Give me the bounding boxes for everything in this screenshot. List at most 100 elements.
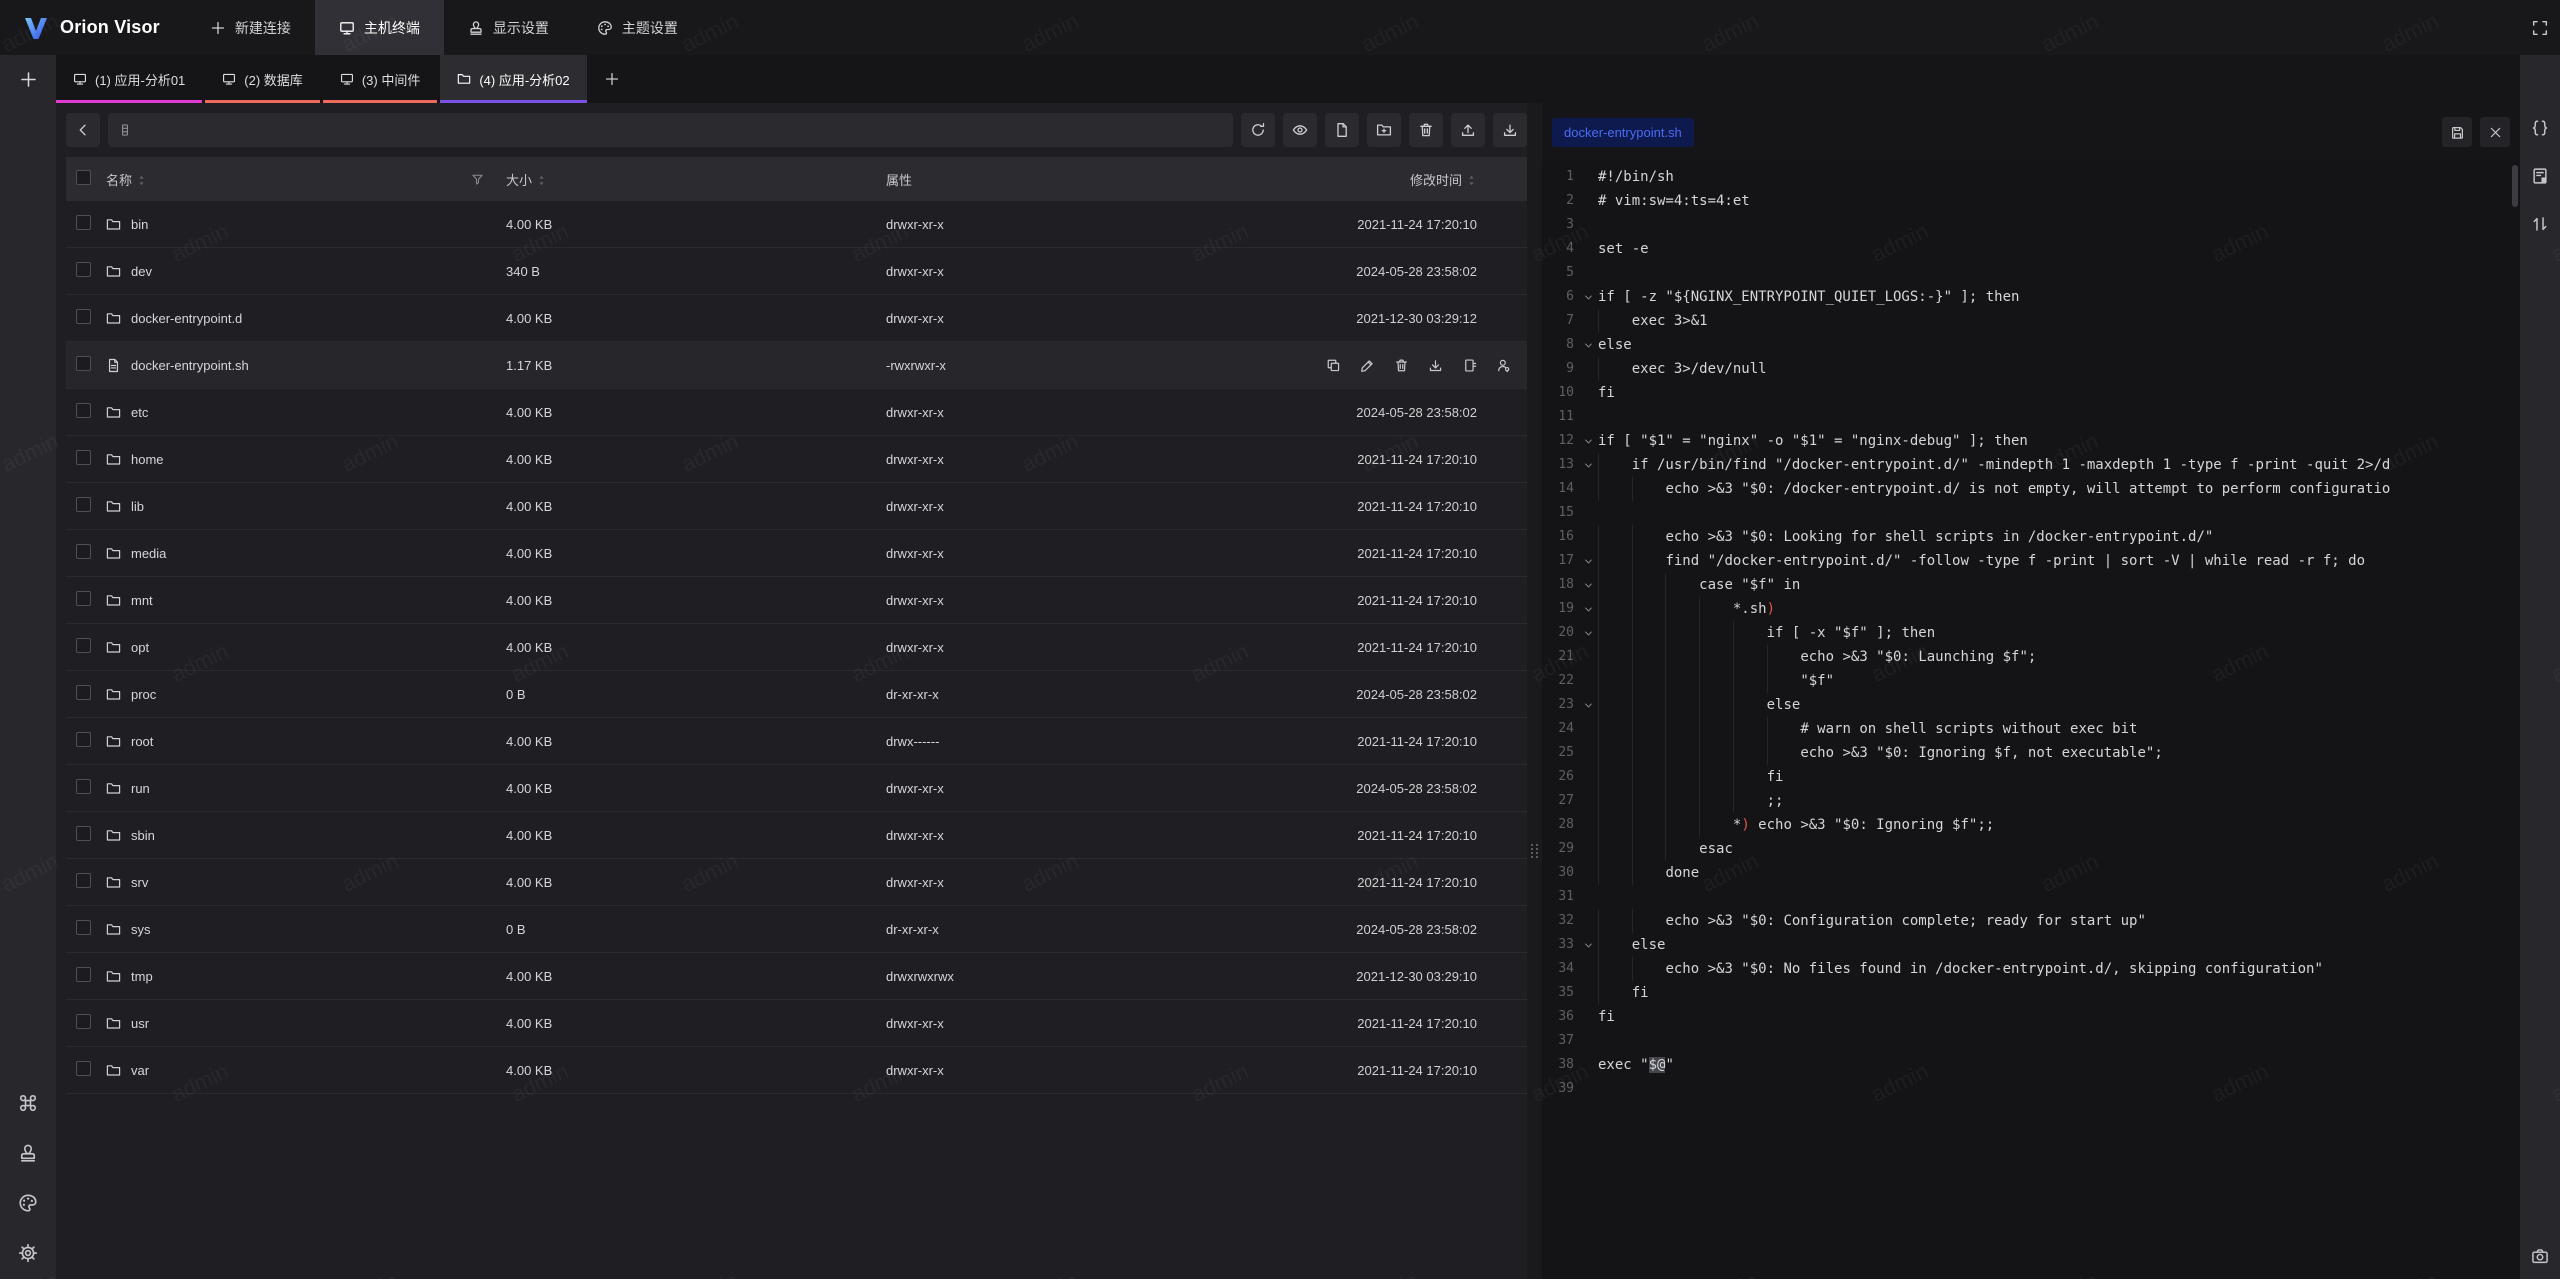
refresh-button[interactable] bbox=[1241, 113, 1275, 147]
file-row-dev[interactable]: dev340 Bdrwxr-xr-x2024-05-28 23:58:02 bbox=[66, 248, 1527, 295]
nav-item-new-connection[interactable]: 新建连接 bbox=[186, 0, 315, 55]
row-checkbox[interactable] bbox=[76, 967, 91, 982]
terminal-tab-4[interactable]: (4) 应用-分析02 bbox=[440, 55, 586, 103]
file-row-root[interactable]: root4.00 KBdrwx------2021-11-24 17:20:10 bbox=[66, 718, 1527, 765]
command-icon[interactable] bbox=[18, 1093, 38, 1113]
column-name[interactable]: 名称 bbox=[106, 170, 506, 189]
fold-chevron-icon[interactable] bbox=[1578, 285, 1598, 309]
row-checkbox[interactable] bbox=[76, 309, 91, 324]
gear-icon[interactable] bbox=[18, 1243, 38, 1263]
close-editor-button[interactable] bbox=[2480, 117, 2510, 147]
nav-item-theme-settings[interactable]: 主题设置 bbox=[573, 0, 702, 55]
open-file-tab[interactable]: docker-entrypoint.sh bbox=[1552, 118, 1694, 147]
file-row-mnt[interactable]: mnt4.00 KBdrwxr-xr-x2021-11-24 17:20:10 bbox=[66, 577, 1527, 624]
file-row-media[interactable]: media4.00 KBdrwxr-xr-x2021-11-24 17:20:1… bbox=[66, 530, 1527, 577]
doc-bookmark-icon[interactable] bbox=[2531, 167, 2549, 185]
file-row-srv[interactable]: srv4.00 KBdrwxr-xr-x2021-11-24 17:20:10 bbox=[66, 859, 1527, 906]
file-row-bin[interactable]: bin4.00 KBdrwxr-xr-x2021-11-24 17:20:10 bbox=[66, 201, 1527, 248]
path-input[interactable] bbox=[140, 123, 1223, 138]
nav-item-host-terminal[interactable]: 主机终端 bbox=[315, 0, 444, 55]
file-row-opt[interactable]: opt4.00 KBdrwxr-xr-x2021-11-24 17:20:10 bbox=[66, 624, 1527, 671]
braces-icon[interactable] bbox=[2531, 119, 2549, 137]
select-all-checkbox[interactable] bbox=[76, 170, 91, 185]
download-icon[interactable] bbox=[1428, 358, 1443, 373]
delete-button[interactable] bbox=[1409, 113, 1443, 147]
brand[interactable]: Orion Visor bbox=[0, 0, 186, 55]
path-list-icon[interactable] bbox=[118, 123, 132, 137]
fold-chevron-icon[interactable] bbox=[1578, 333, 1598, 357]
file-row-sys[interactable]: sys0 Bdr-xr-xr-x2024-05-28 23:58:02 bbox=[66, 906, 1527, 953]
row-checkbox[interactable] bbox=[76, 1061, 91, 1076]
sort-icon[interactable] bbox=[1466, 174, 1477, 185]
row-checkbox[interactable] bbox=[76, 544, 91, 559]
camera-icon[interactable] bbox=[2531, 1247, 2549, 1265]
file-row-etc[interactable]: etc4.00 KBdrwxr-xr-x2024-05-28 23:58:02 bbox=[66, 389, 1527, 436]
file-row-var[interactable]: var4.00 KBdrwxr-xr-x2021-11-24 17:20:10 bbox=[66, 1047, 1527, 1094]
row-checkbox[interactable] bbox=[76, 215, 91, 230]
row-checkbox[interactable] bbox=[76, 1014, 91, 1029]
row-checkbox[interactable] bbox=[76, 732, 91, 747]
row-checkbox[interactable] bbox=[76, 262, 91, 277]
add-tab-button[interactable] bbox=[590, 55, 634, 103]
delete-icon[interactable] bbox=[1394, 358, 1409, 373]
move-icon[interactable] bbox=[1462, 358, 1477, 373]
row-checkbox[interactable] bbox=[76, 450, 91, 465]
fold-chevron-icon[interactable] bbox=[1578, 693, 1598, 717]
sidebar-new-button[interactable] bbox=[0, 55, 56, 103]
fullscreen-icon[interactable] bbox=[2531, 19, 2549, 37]
copy-icon[interactable] bbox=[1326, 358, 1341, 373]
row-checkbox[interactable] bbox=[76, 873, 91, 888]
fold-chevron-icon[interactable] bbox=[1578, 429, 1598, 453]
row-checkbox[interactable] bbox=[76, 685, 91, 700]
row-checkbox[interactable] bbox=[76, 826, 91, 841]
save-button[interactable] bbox=[2442, 117, 2472, 147]
terminal-tab-1[interactable]: (1) 应用-分析01 bbox=[56, 55, 202, 103]
fold-chevron-icon[interactable] bbox=[1578, 549, 1598, 573]
row-checkbox[interactable] bbox=[76, 920, 91, 935]
nav-item-display-settings[interactable]: 显示设置 bbox=[444, 0, 573, 55]
sort-icon[interactable] bbox=[536, 174, 547, 185]
file-row-docker-entrypoint.d[interactable]: docker-entrypoint.d4.00 KBdrwxr-xr-x2021… bbox=[66, 295, 1527, 342]
divider-handle-icon[interactable] bbox=[1531, 844, 1539, 858]
file-row-usr[interactable]: usr4.00 KBdrwxr-xr-x2021-11-24 17:20:10 bbox=[66, 1000, 1527, 1047]
fold-chevron-icon[interactable] bbox=[1578, 933, 1598, 957]
upload-button[interactable] bbox=[1451, 113, 1485, 147]
file-row-docker-entrypoint.sh[interactable]: docker-entrypoint.sh1.17 KB-rwxrwxr-x bbox=[66, 342, 1527, 389]
file-row-tmp[interactable]: tmp4.00 KBdrwxrwxrwx2021-12-30 03:29:10 bbox=[66, 953, 1527, 1000]
column-mtime[interactable]: 修改时间 bbox=[1306, 170, 1527, 189]
new-file-button[interactable] bbox=[1325, 113, 1359, 147]
stamp-icon[interactable] bbox=[18, 1143, 38, 1163]
file-row-proc[interactable]: proc0 Bdr-xr-xr-x2024-05-28 23:58:02 bbox=[66, 671, 1527, 718]
row-checkbox[interactable] bbox=[76, 356, 91, 371]
file-row-home[interactable]: home4.00 KBdrwxr-xr-x2021-11-24 17:20:10 bbox=[66, 436, 1527, 483]
eye-button[interactable] bbox=[1283, 113, 1317, 147]
download-button[interactable] bbox=[1493, 113, 1527, 147]
terminal-tab-2[interactable]: (2) 数据库 bbox=[205, 55, 320, 103]
row-checkbox[interactable] bbox=[76, 403, 91, 418]
editor-scrollbar[interactable] bbox=[2512, 165, 2518, 207]
file-attr: drwxr-xr-x bbox=[886, 593, 1306, 608]
edit-icon[interactable] bbox=[1360, 358, 1375, 373]
panel-divider[interactable] bbox=[1527, 103, 1542, 1279]
fold-chevron-icon[interactable] bbox=[1578, 453, 1598, 477]
sort-icon[interactable] bbox=[136, 174, 147, 185]
file-row-sbin[interactable]: sbin4.00 KBdrwxr-xr-x2021-11-24 17:20:10 bbox=[66, 812, 1527, 859]
permission-icon[interactable] bbox=[1496, 358, 1511, 373]
file-row-lib[interactable]: lib4.00 KBdrwxr-xr-x2021-11-24 17:20:10 bbox=[66, 483, 1527, 530]
back-button[interactable] bbox=[66, 113, 100, 147]
terminal-tab-3[interactable]: (3) 中间件 bbox=[323, 55, 438, 103]
row-checkbox[interactable] bbox=[76, 591, 91, 606]
row-checkbox[interactable] bbox=[76, 497, 91, 512]
column-size[interactable]: 大小 bbox=[506, 170, 886, 189]
row-checkbox[interactable] bbox=[76, 638, 91, 653]
fold-chevron-icon[interactable] bbox=[1578, 573, 1598, 597]
file-row-run[interactable]: run4.00 KBdrwxr-xr-x2024-05-28 23:58:02 bbox=[66, 765, 1527, 812]
filter-icon[interactable] bbox=[471, 173, 484, 186]
palette-icon[interactable] bbox=[18, 1193, 38, 1213]
fold-chevron-icon[interactable] bbox=[1578, 597, 1598, 621]
new-folder-button[interactable] bbox=[1367, 113, 1401, 147]
code-area[interactable]: 1#!/bin/sh2# vim:sw=4:ts=4:et34set -e56i… bbox=[1542, 161, 2520, 1279]
row-checkbox[interactable] bbox=[76, 779, 91, 794]
fold-chevron-icon[interactable] bbox=[1578, 621, 1598, 645]
swap-vertical-icon[interactable] bbox=[2531, 215, 2549, 233]
